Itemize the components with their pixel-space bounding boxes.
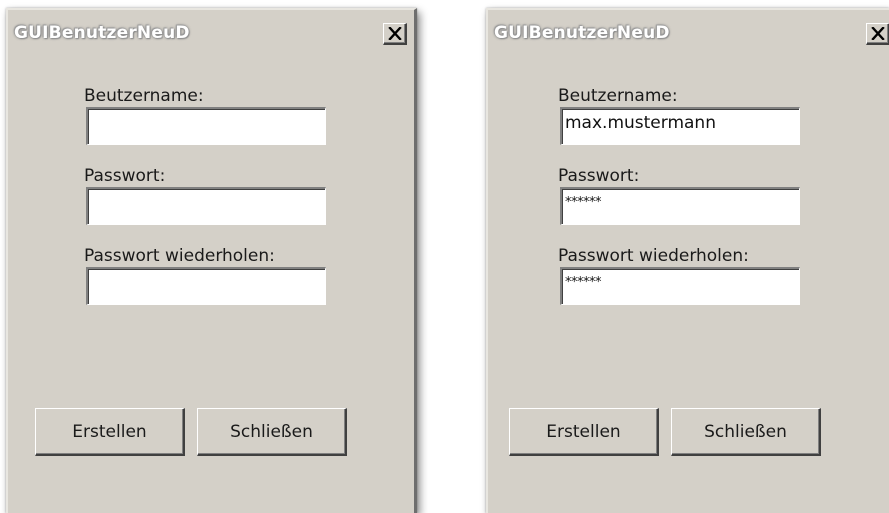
username-label: Beutzername: — [558, 86, 678, 106]
password-label: Passwort: — [84, 166, 166, 186]
title-bar[interactable]: GUIBenutzerNeuD — [8, 10, 414, 50]
create-button[interactable]: Erstellen — [35, 408, 185, 456]
close-button[interactable]: Schließen — [671, 408, 821, 456]
close-button[interactable]: Schließen — [197, 408, 347, 456]
close-window-button[interactable] — [383, 23, 407, 45]
password-repeat-label: Passwort wiederholen: — [558, 246, 749, 266]
password-repeat-input[interactable]: ****** — [560, 267, 800, 305]
close-icon — [870, 27, 885, 40]
dialog-window-filled: GUIBenutzerNeuD Beutzername: max.musterm… — [486, 8, 889, 513]
window-title: GUIBenutzerNeuD — [14, 23, 190, 43]
username-label: Beutzername: — [84, 86, 204, 106]
password-repeat-input[interactable] — [86, 267, 326, 305]
password-input[interactable] — [86, 187, 326, 225]
title-bar[interactable]: GUIBenutzerNeuD — [488, 10, 889, 50]
username-input[interactable] — [86, 107, 326, 145]
close-window-button[interactable] — [866, 23, 889, 45]
password-label: Passwort: — [558, 166, 640, 186]
password-input[interactable]: ****** — [560, 187, 800, 225]
password-repeat-label: Passwort wiederholen: — [84, 246, 275, 266]
create-button[interactable]: Erstellen — [509, 408, 659, 456]
username-input[interactable]: max.mustermann — [560, 107, 800, 145]
dialog-window-empty: GUIBenutzerNeuD Beutzername: Passwort: P… — [6, 8, 417, 513]
window-title: GUIBenutzerNeuD — [494, 23, 670, 43]
close-icon — [387, 27, 402, 40]
